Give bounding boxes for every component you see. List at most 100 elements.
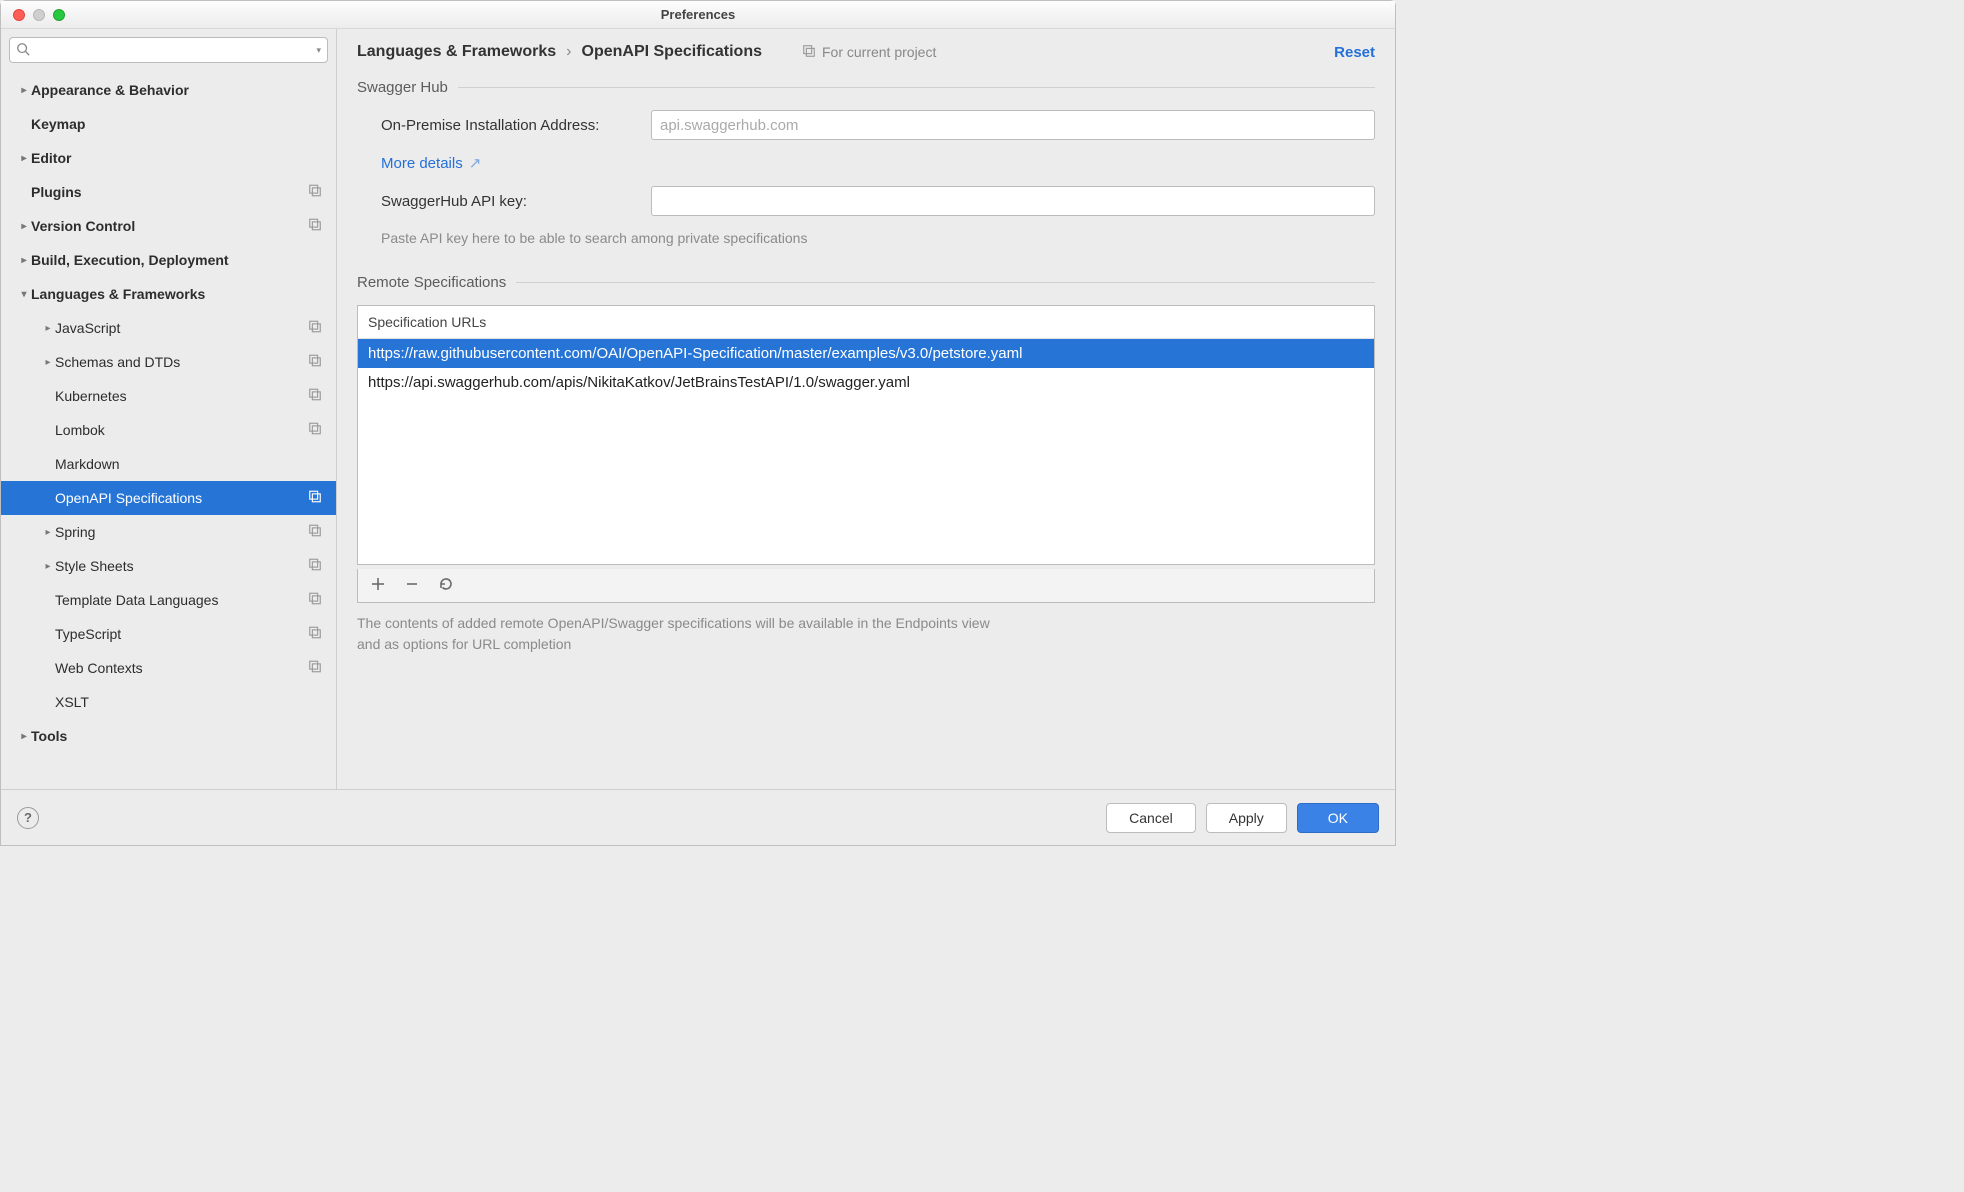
sidebar-item-openapi-specifications[interactable]: OpenAPI Specifications bbox=[1, 481, 336, 515]
sidebar-item-lombok[interactable]: Lombok bbox=[1, 413, 336, 447]
project-scope-icon bbox=[308, 388, 322, 405]
ok-button[interactable]: OK bbox=[1297, 803, 1379, 833]
sidebar-item-javascript[interactable]: ▸JavaScript bbox=[1, 311, 336, 345]
chevron-icon: ▸ bbox=[41, 323, 55, 334]
sidebar-item-spring[interactable]: ▸Spring bbox=[1, 515, 336, 549]
sidebar-item-label: Style Sheets bbox=[55, 558, 134, 574]
sidebar-item-label: Appearance & Behavior bbox=[31, 82, 189, 98]
sidebar-item-appearance-behavior[interactable]: ▸Appearance & Behavior bbox=[1, 73, 336, 107]
chevron-icon: ▸ bbox=[41, 561, 55, 572]
sidebar-item-label: Kubernetes bbox=[55, 388, 127, 404]
sidebar-item-label: Web Contexts bbox=[55, 660, 143, 676]
sidebar-item-label: JavaScript bbox=[55, 320, 120, 336]
chevron-icon: ▸ bbox=[41, 357, 55, 368]
sidebar-item-label: Lombok bbox=[55, 422, 105, 438]
project-scope-icon bbox=[802, 44, 816, 61]
sidebar-item-kubernetes[interactable]: Kubernetes bbox=[1, 379, 336, 413]
project-scope-icon bbox=[308, 524, 322, 541]
project-scope-icon bbox=[308, 592, 322, 609]
spec-urls-table: Specification URLs https://raw.githubuse… bbox=[357, 305, 1375, 565]
chevron-icon: ▸ bbox=[17, 85, 31, 96]
titlebar: Preferences bbox=[1, 1, 1395, 29]
sidebar-item-languages-frameworks[interactable]: ▾Languages & Frameworks bbox=[1, 277, 336, 311]
project-scope-icon bbox=[308, 422, 322, 439]
dialog-footer: ? Cancel Apply OK bbox=[1, 789, 1395, 845]
spec-url-row[interactable]: https://api.swaggerhub.com/apis/NikitaKa… bbox=[358, 368, 1374, 397]
sidebar-item-label: XSLT bbox=[55, 694, 89, 710]
apply-button[interactable]: Apply bbox=[1206, 803, 1287, 833]
chevron-icon: ▸ bbox=[17, 255, 31, 266]
apikey-label: SwaggerHub API key: bbox=[381, 193, 651, 210]
apikey-hint: Paste API key here to be able to search … bbox=[357, 230, 1375, 246]
sidebar-item-version-control[interactable]: ▸Version Control bbox=[1, 209, 336, 243]
project-scope-icon bbox=[308, 660, 322, 677]
help-button[interactable]: ? bbox=[17, 807, 39, 829]
sidebar-item-label: TypeScript bbox=[55, 626, 121, 642]
breadcrumb: Languages & Frameworks › OpenAPI Specifi… bbox=[357, 43, 762, 61]
search-icon bbox=[16, 42, 30, 59]
sidebar-item-markdown[interactable]: Markdown bbox=[1, 447, 336, 481]
search-input[interactable] bbox=[34, 43, 312, 58]
window-title: Preferences bbox=[1, 7, 1395, 22]
sidebar-item-typescript[interactable]: TypeScript bbox=[1, 617, 336, 651]
sidebar-item-label: Tools bbox=[31, 728, 67, 744]
breadcrumb-current: OpenAPI Specifications bbox=[582, 43, 762, 61]
project-scope-icon bbox=[308, 558, 322, 575]
settings-search[interactable]: ▾ bbox=[9, 37, 328, 63]
sidebar-item-label: Keymap bbox=[31, 116, 85, 132]
sidebar-item-plugins[interactable]: Plugins bbox=[1, 175, 336, 209]
sidebar-item-keymap[interactable]: Keymap bbox=[1, 107, 336, 141]
chevron-icon: ▸ bbox=[17, 221, 31, 232]
external-link-icon: ↗ bbox=[469, 154, 482, 172]
more-details-link[interactable]: More details ↗ bbox=[357, 154, 481, 172]
remove-spec-button[interactable] bbox=[404, 576, 420, 595]
onprem-address-input[interactable] bbox=[651, 110, 1375, 140]
swaggerhub-section-title: Swagger Hub bbox=[357, 79, 1375, 96]
settings-tree: ▸Appearance & BehaviorKeymap▸EditorPlugi… bbox=[1, 71, 336, 789]
sidebar-item-label: Languages & Frameworks bbox=[31, 286, 205, 302]
sidebar-item-tools[interactable]: ▸Tools bbox=[1, 719, 336, 753]
sidebar-item-label: Editor bbox=[31, 150, 71, 166]
sidebar-item-label: Plugins bbox=[31, 184, 82, 200]
sidebar-item-label: Version Control bbox=[31, 218, 135, 234]
breadcrumb-parent: Languages & Frameworks bbox=[357, 43, 556, 61]
spec-url-row[interactable]: https://raw.githubusercontent.com/OAI/Op… bbox=[358, 339, 1374, 368]
chevron-icon: ▸ bbox=[17, 731, 31, 742]
sidebar: ▾ ▸Appearance & BehaviorKeymap▸EditorPlu… bbox=[1, 29, 337, 789]
project-scope-icon bbox=[308, 490, 322, 507]
sidebar-item-label: Markdown bbox=[55, 456, 120, 472]
sidebar-item-schemas-and-dtds[interactable]: ▸Schemas and DTDs bbox=[1, 345, 336, 379]
sidebar-item-editor[interactable]: ▸Editor bbox=[1, 141, 336, 175]
sidebar-item-build-execution-deployment[interactable]: ▸Build, Execution, Deployment bbox=[1, 243, 336, 277]
sidebar-item-web-contexts[interactable]: Web Contexts bbox=[1, 651, 336, 685]
remote-specs-section-title: Remote Specifications bbox=[357, 274, 1375, 291]
project-scope-icon bbox=[308, 320, 322, 337]
onprem-address-label: On-Premise Installation Address: bbox=[381, 117, 651, 134]
settings-main-panel: Languages & Frameworks › OpenAPI Specifi… bbox=[337, 29, 1395, 789]
sidebar-item-label: Schemas and DTDs bbox=[55, 354, 180, 370]
apikey-input[interactable] bbox=[651, 186, 1375, 216]
remote-specs-hint: The contents of added remote OpenAPI/Swa… bbox=[357, 613, 997, 655]
scope-label: For current project bbox=[822, 44, 936, 60]
chevron-icon: ▸ bbox=[41, 527, 55, 538]
project-scope-icon bbox=[308, 354, 322, 371]
spec-urls-header: Specification URLs bbox=[358, 306, 1374, 339]
chevron-down-icon: ▾ bbox=[316, 45, 321, 56]
sidebar-item-label: Build, Execution, Deployment bbox=[31, 252, 229, 268]
chevron-icon: ▸ bbox=[17, 153, 31, 164]
add-spec-button[interactable] bbox=[370, 576, 386, 595]
sidebar-item-label: OpenAPI Specifications bbox=[55, 490, 202, 506]
reset-link[interactable]: Reset bbox=[1334, 44, 1375, 61]
spec-urls-toolbar bbox=[357, 569, 1375, 603]
refresh-spec-button[interactable] bbox=[438, 576, 454, 595]
chevron-icon: ▾ bbox=[17, 289, 31, 300]
sidebar-item-label: Spring bbox=[55, 524, 95, 540]
sidebar-item-xslt[interactable]: XSLT bbox=[1, 685, 336, 719]
cancel-button[interactable]: Cancel bbox=[1106, 803, 1196, 833]
project-scope-icon bbox=[308, 626, 322, 643]
sidebar-item-label: Template Data Languages bbox=[55, 592, 218, 608]
project-scope-icon bbox=[308, 184, 322, 201]
sidebar-item-template-data-languages[interactable]: Template Data Languages bbox=[1, 583, 336, 617]
sidebar-item-style-sheets[interactable]: ▸Style Sheets bbox=[1, 549, 336, 583]
scope-indicator: For current project bbox=[802, 44, 936, 61]
